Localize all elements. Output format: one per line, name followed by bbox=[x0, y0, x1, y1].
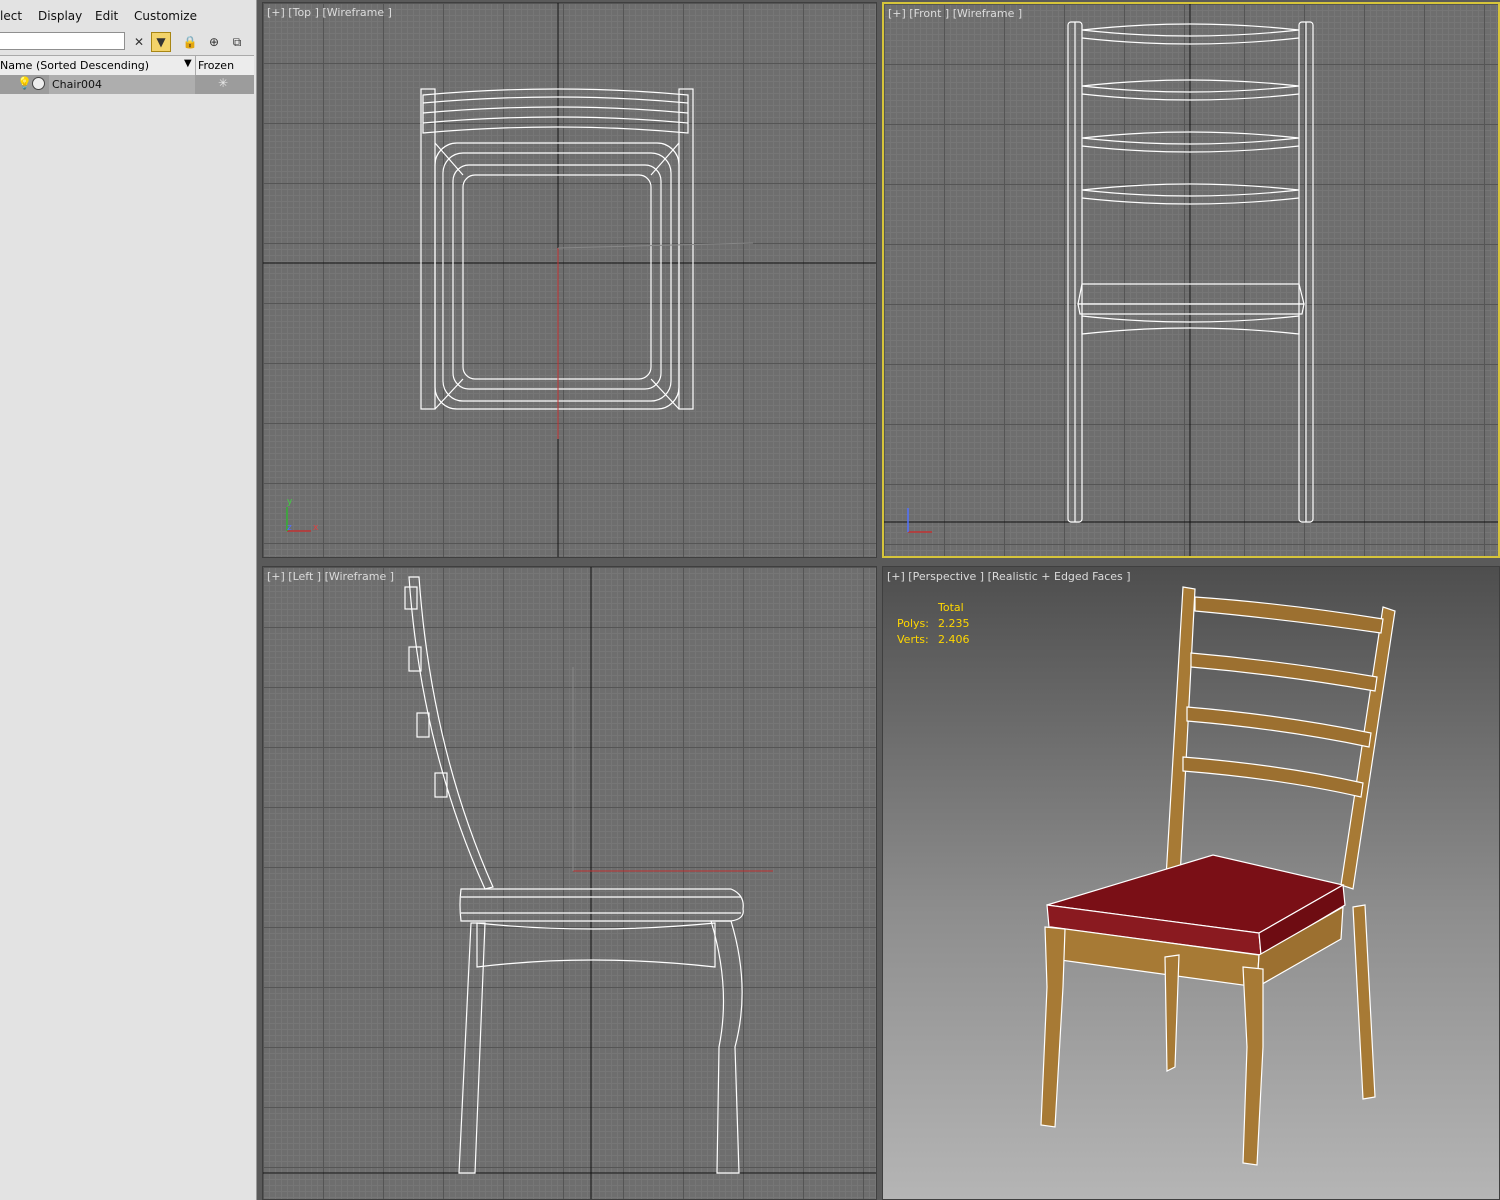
viewport-front[interactable]: [+] [Front ] [Wireframe ] bbox=[882, 2, 1500, 558]
axis-x-label: x bbox=[313, 523, 319, 533]
axis-z-label: z bbox=[287, 523, 292, 533]
scene-explorer: lect Display Edit Customize ✕ ▼ 🔒 ⊕ ⧉ Na… bbox=[0, 0, 257, 1200]
menu-bar: lect Display Edit Customize bbox=[0, 0, 256, 30]
verts-label: Verts: bbox=[897, 633, 929, 646]
viewport-left[interactable]: [+] [Left ] [Wireframe ] bbox=[262, 566, 877, 1200]
left-wireframe bbox=[263, 567, 876, 1199]
menu-customize[interactable]: Customize bbox=[134, 9, 197, 23]
viewport-top-label[interactable]: [+] [Top ] [Wireframe ] bbox=[267, 6, 392, 19]
stats-header: Total bbox=[938, 601, 964, 614]
menu-select[interactable]: lect bbox=[0, 9, 22, 23]
filter-toggle-icon[interactable]: ▼ bbox=[151, 32, 171, 52]
frozen-toggle-icon[interactable]: ✳ bbox=[218, 76, 228, 90]
viewport-left-label[interactable]: [+] [Left ] [Wireframe ] bbox=[267, 570, 394, 583]
viewport-perspective-label[interactable]: [+] [Perspective ] [Realistic + Edged Fa… bbox=[887, 570, 1131, 583]
viewport-top[interactable]: [+] [Top ] [Wireframe ] x y z bbox=[262, 2, 877, 558]
lock-icon[interactable]: 🔒 bbox=[180, 32, 200, 52]
menu-display[interactable]: Display bbox=[38, 9, 82, 23]
axis-y-label: y bbox=[287, 497, 293, 507]
viewport-front-label[interactable]: [+] [Front ] [Wireframe ] bbox=[888, 7, 1022, 20]
link-hierarchy-icon[interactable]: ⧉ bbox=[227, 32, 247, 52]
object-name[interactable]: Chair004 bbox=[49, 75, 195, 94]
verts-value: 2.406 bbox=[938, 633, 970, 646]
top-wireframe bbox=[263, 3, 876, 557]
menu-edit[interactable]: Edit bbox=[95, 9, 118, 23]
viewport-perspective[interactable]: [+] [Perspective ] [Realistic + Edged Fa… bbox=[882, 566, 1500, 1200]
table-row[interactable]: 💡 Chair004 ✳ bbox=[0, 75, 254, 94]
visibility-bulb-icon[interactable]: 💡 bbox=[17, 76, 32, 90]
object-type-icon bbox=[32, 77, 45, 90]
polys-label: Polys: bbox=[897, 617, 929, 630]
front-wireframe bbox=[884, 4, 1498, 556]
perspective-render bbox=[1040, 586, 1396, 1166]
explorer-toolbar: ✕ ▼ 🔒 ⊕ ⧉ bbox=[0, 30, 256, 54]
column-header: Name (Sorted Descending) ▼ Frozen bbox=[0, 55, 254, 76]
hierarchy-select-icon[interactable]: ⊕ bbox=[204, 32, 224, 52]
polys-value: 2.235 bbox=[938, 617, 970, 630]
sort-desc-icon[interactable]: ▼ bbox=[184, 58, 192, 69]
search-input[interactable] bbox=[0, 32, 125, 50]
clear-search-icon[interactable]: ✕ bbox=[129, 32, 149, 52]
column-separator[interactable] bbox=[195, 56, 196, 75]
frozen-column-header[interactable]: Frozen bbox=[198, 59, 234, 72]
name-column-header[interactable]: Name (Sorted Descending) bbox=[0, 59, 149, 72]
